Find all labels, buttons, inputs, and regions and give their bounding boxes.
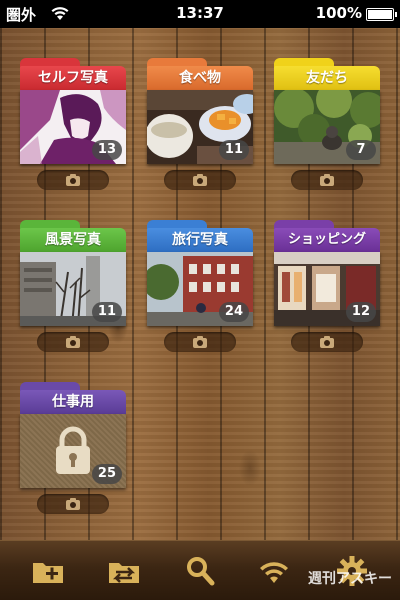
album-title: 旅行写真 (147, 228, 253, 252)
album-folder-self[interactable]: セルフ写真 13 (20, 58, 126, 164)
photo-count-badge: 13 (91, 140, 122, 160)
camera-button[interactable] (37, 494, 109, 514)
camera-icon (320, 174, 334, 186)
album-title: 友だち (274, 66, 380, 90)
camera-button[interactable] (37, 332, 109, 352)
album-title: 風景写真 (20, 228, 126, 252)
camera-button[interactable] (164, 332, 236, 352)
camera-button[interactable] (37, 170, 109, 190)
camera-button[interactable] (291, 170, 363, 190)
camera-icon (193, 174, 207, 186)
album-folder-travel[interactable]: 旅行写真 24 (147, 220, 253, 326)
album-thumbnail: 12 (274, 252, 380, 326)
album-thumbnail: 7 (274, 90, 380, 164)
album-folder-food[interactable]: 食べ物 11 (147, 58, 253, 164)
album-title: 食べ物 (147, 66, 253, 90)
album-folder-friends[interactable]: 友だち 7 (274, 58, 380, 164)
photo-count-badge: 12 (345, 302, 376, 322)
camera-icon (320, 336, 334, 348)
camera-icon (66, 174, 80, 186)
wood-background: セルフ写真 13 食べ物 11 友だち 7 風景写真 11 旅行写真 24 ショ… (0, 28, 400, 540)
album-thumbnail: 24 (147, 252, 253, 326)
photo-count-badge: 24 (218, 302, 249, 322)
photo-count-badge: 11 (218, 140, 249, 160)
album-folder-work-locked[interactable]: 仕事用 25 (20, 382, 126, 488)
camera-button[interactable] (164, 170, 236, 190)
status-bar: 圏外 13:37 100% (0, 0, 400, 28)
wifi-icon[interactable] (256, 553, 292, 589)
photo-count-badge: 25 (91, 464, 122, 484)
camera-icon (66, 498, 80, 510)
album-thumbnail: 11 (20, 252, 126, 326)
add-folder-icon[interactable] (30, 553, 66, 589)
camera-button[interactable] (291, 332, 363, 352)
search-icon[interactable] (182, 553, 218, 589)
camera-icon (193, 336, 207, 348)
battery-percentage: 100% (315, 4, 362, 22)
move-folder-icon[interactable] (106, 553, 142, 589)
album-title: セルフ写真 (20, 66, 126, 90)
album-title: 仕事用 (20, 390, 126, 414)
battery-icon (366, 8, 397, 21)
album-title: ショッピング (274, 228, 380, 252)
photo-count-badge: 7 (346, 140, 376, 160)
camera-icon (66, 336, 80, 348)
album-thumbnail: 11 (147, 90, 253, 164)
album-folder-shopping[interactable]: ショッピング 12 (274, 220, 380, 326)
album-thumbnail-locked: 25 (20, 414, 126, 488)
photo-count-badge: 11 (91, 302, 122, 322)
watermark: 週刊アスキー (308, 571, 392, 587)
album-thumbnail: 13 (20, 90, 126, 164)
album-folder-scenery[interactable]: 風景写真 11 (20, 220, 126, 326)
